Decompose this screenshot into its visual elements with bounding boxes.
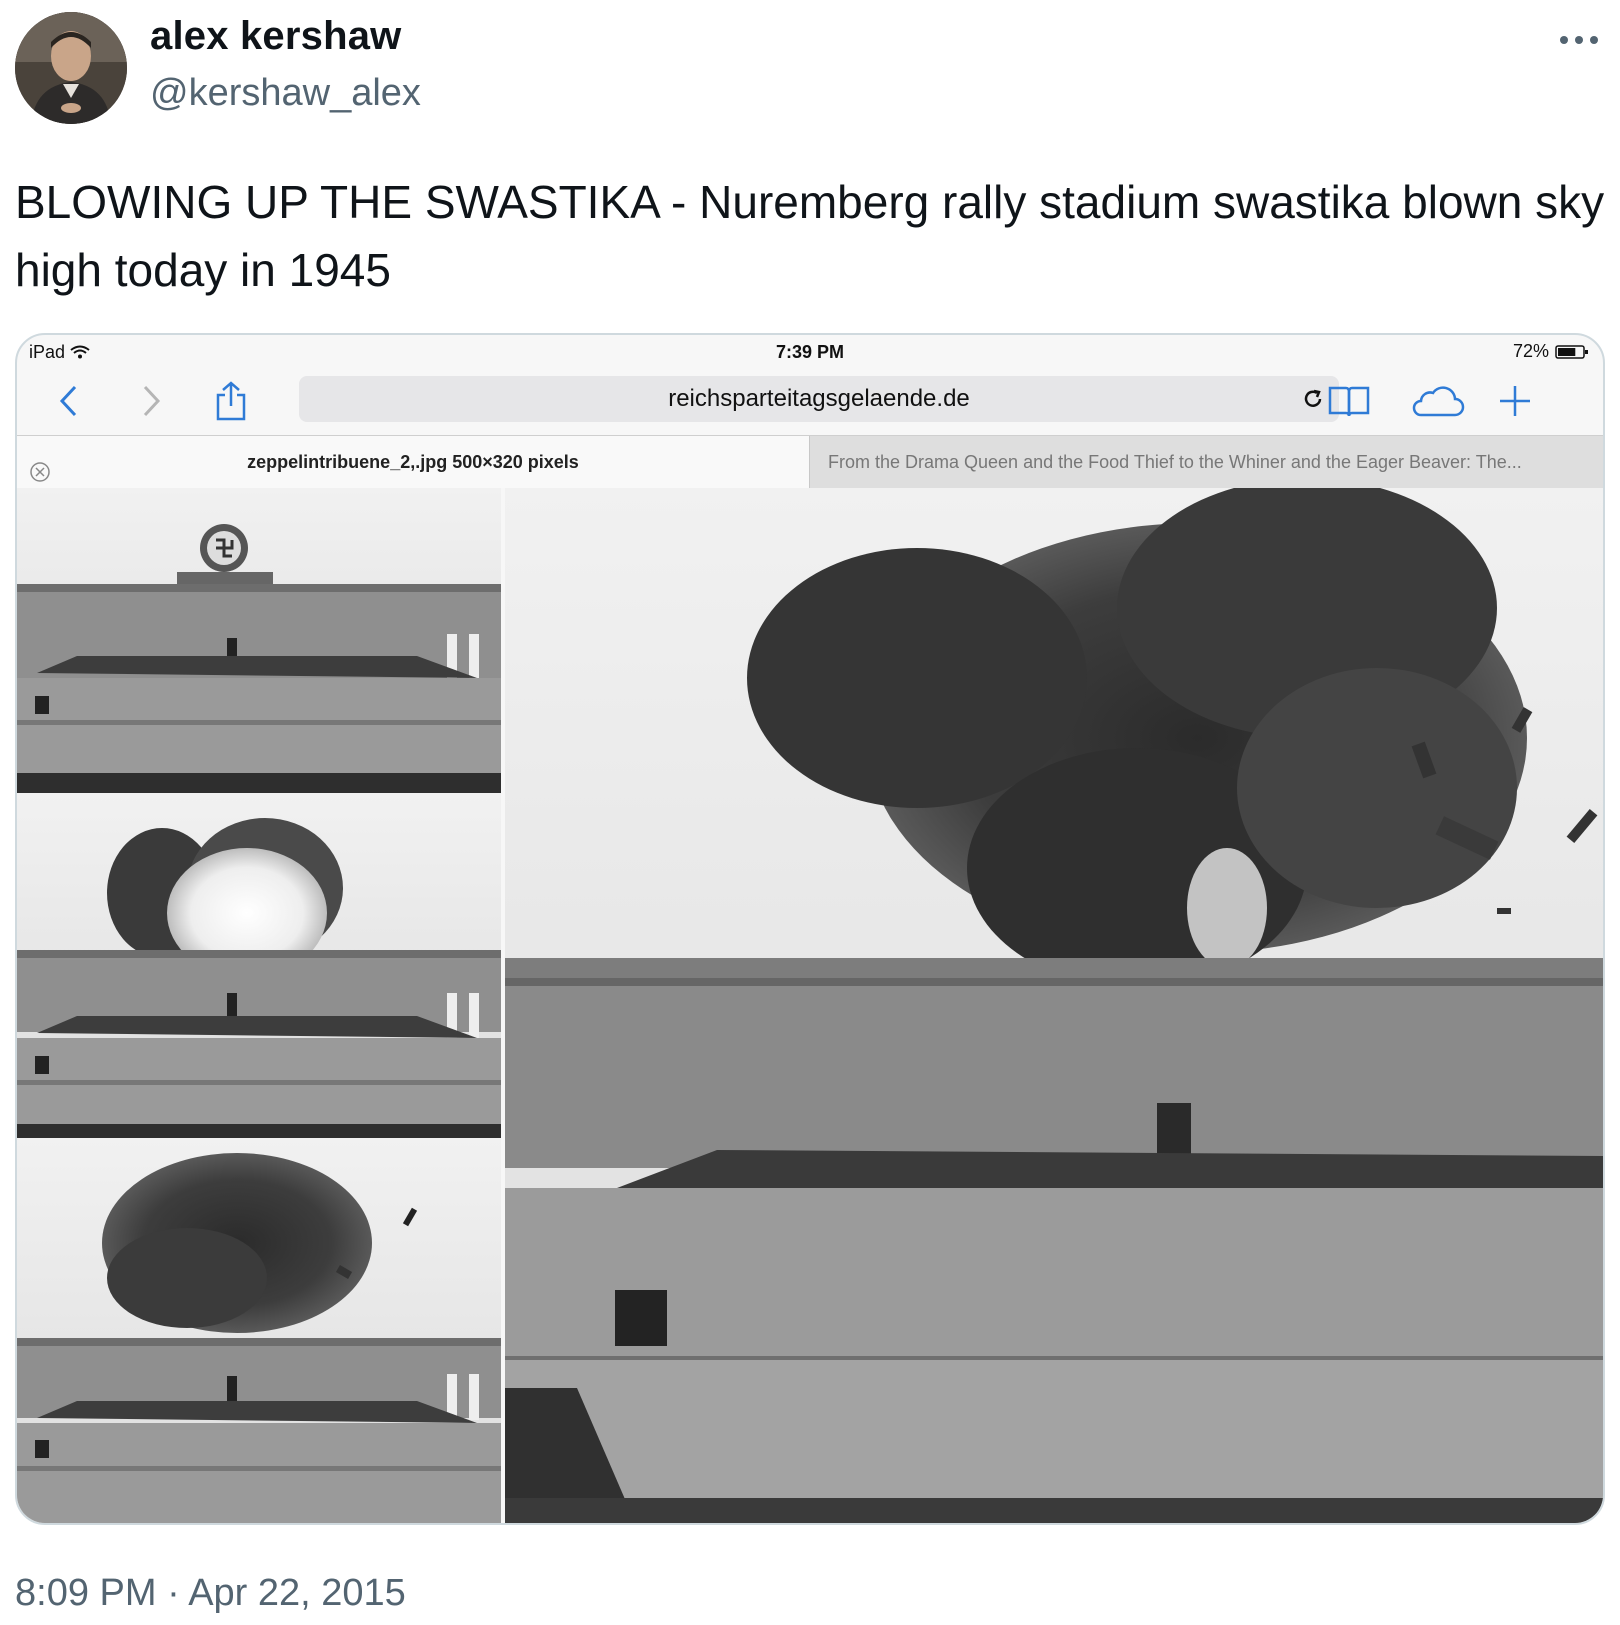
tab-inactive-title: From the Drama Queen and the Food Thief …: [828, 452, 1522, 472]
battery-percent: 72%: [1512, 341, 1549, 361]
safari-tab-bar: zeppelintribuene_2,.jpg 500×320 pixels F…: [17, 435, 1603, 489]
frame-large-detonation: [505, 478, 1603, 1523]
book-icon[interactable]: [1327, 379, 1371, 423]
battery-indicator: 72%: [1513, 341, 1589, 362]
back-chevron-icon[interactable]: [47, 379, 91, 423]
frame-initial-blast: [17, 793, 501, 1138]
tab-inactive[interactable]: From the Drama Queen and the Food Thief …: [809, 436, 1603, 488]
share-icon[interactable]: [209, 379, 253, 423]
url-text: reichsparteitagsgelaende.de: [668, 385, 970, 412]
frame-smoke-cloud: [17, 1138, 501, 1523]
forward-chevron-icon[interactable]: [129, 379, 173, 423]
tab-active-title: zeppelintribuene_2,.jpg 500×320 pixels: [247, 452, 579, 472]
tweet-text: BLOWING UP THE SWASTIKA - Nuremberg rall…: [15, 176, 1605, 296]
cloud-tabs-icon[interactable]: [1407, 379, 1467, 423]
author-name[interactable]: alex kershaw: [150, 14, 401, 59]
reload-icon[interactable]: [1301, 376, 1325, 422]
author-handle[interactable]: @kershaw_alex: [150, 72, 421, 115]
safari-toolbar: reichsparteitagsgelaende.de: [17, 369, 1603, 429]
status-time: 7:39 PM: [775, 342, 845, 362]
close-tab-icon[interactable]: [29, 451, 51, 482]
photo-collage: [17, 478, 1603, 1523]
address-bar[interactable]: reichsparteitagsgelaende.de: [299, 376, 1339, 422]
plus-icon[interactable]: [1493, 379, 1537, 423]
tweet-media-image[interactable]: iPad 7:39 PM 72% reichsparteitagsgelaend…: [15, 333, 1605, 1525]
more-icon[interactable]: [1554, 22, 1604, 58]
frame-before-explosion: [17, 488, 501, 793]
battery-icon: [1555, 344, 1588, 359]
ipad-status-bar: iPad 7:39 PM 72%: [17, 335, 1603, 369]
tab-active[interactable]: zeppelintribuene_2,.jpg 500×320 pixels: [17, 436, 809, 488]
author-avatar[interactable]: [15, 12, 127, 124]
zeppelin-tribune-photo: [17, 478, 1603, 1523]
tweet-timestamp[interactable]: 8:09 PM · Apr 22, 2015: [15, 1572, 406, 1615]
